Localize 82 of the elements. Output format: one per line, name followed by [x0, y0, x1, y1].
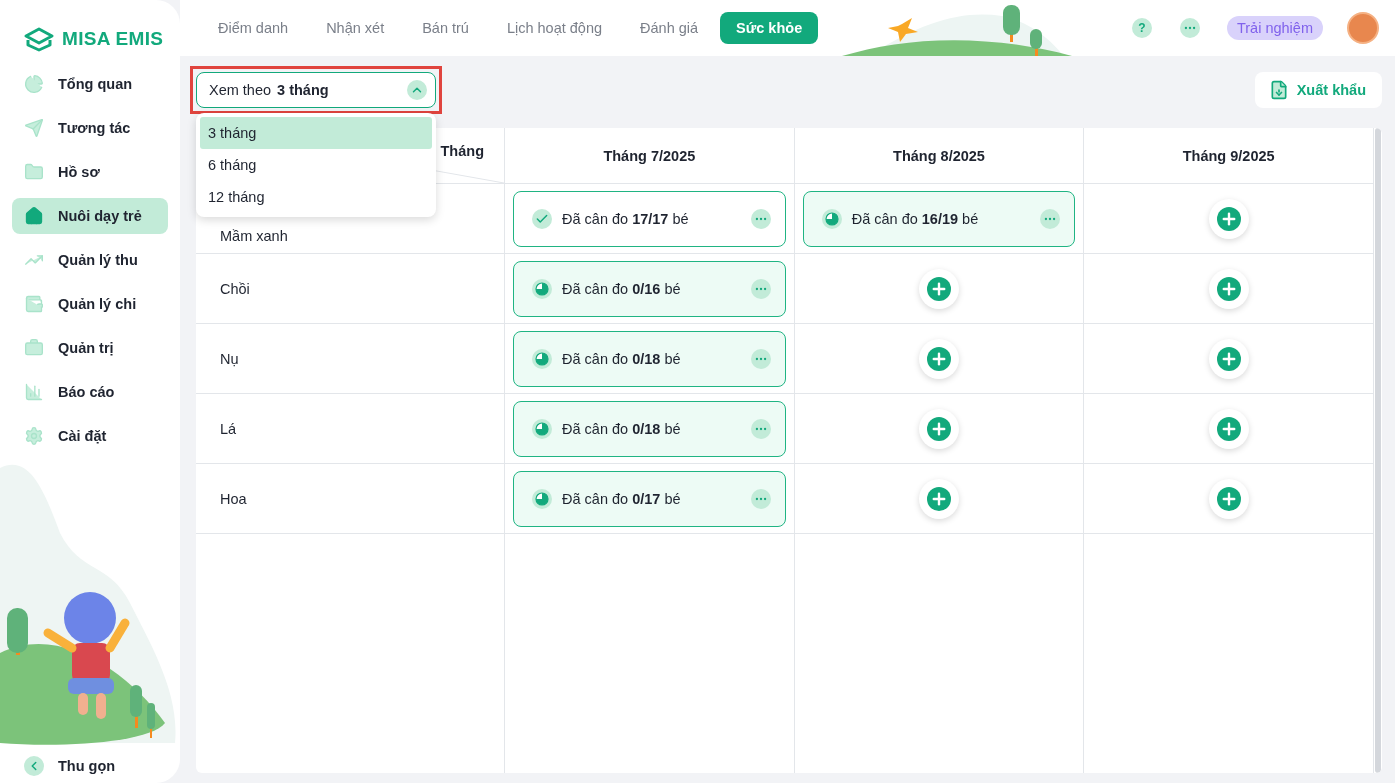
sidebar-item[interactable]: Tương tác [12, 110, 168, 146]
sidebar-item[interactable]: Quản lý chi [12, 286, 168, 322]
sidebar-item[interactable]: Hồ sơ [12, 154, 168, 190]
sidebar-item[interactable]: Cài đặt [12, 418, 168, 454]
pie-chart-icon [24, 74, 44, 94]
bar-chart-icon [24, 382, 44, 402]
measure-status-text: Đã cân đo 0/18 bé [562, 350, 682, 367]
paper-plane-icon [24, 118, 44, 138]
house-icon [24, 206, 44, 226]
nav-tab[interactable]: Điểm danh [202, 12, 305, 44]
progress-pie-icon [532, 488, 552, 509]
dropdown-option[interactable]: 12 tháng [200, 181, 432, 213]
column-header: Tháng 9/2025 [1084, 128, 1374, 184]
add-button[interactable] [1208, 408, 1249, 449]
plus-icon [927, 346, 951, 371]
measure-status-card[interactable]: Đã cân đo 0/17 bé [513, 470, 786, 527]
add-button[interactable] [1208, 338, 1249, 379]
plus-icon [1216, 276, 1241, 301]
measure-status-text: Đã cân đo 17/17 bé [562, 210, 690, 227]
more-icon[interactable] [750, 348, 771, 369]
sidebar-item[interactable]: Quản trị [12, 330, 168, 366]
plus-icon [927, 416, 951, 441]
row-label: Chồi [220, 280, 250, 297]
sidebar-item[interactable]: Báo cáo [12, 374, 168, 410]
plus-icon [1216, 416, 1241, 441]
add-button[interactable] [919, 478, 959, 519]
avatar[interactable] [1347, 12, 1379, 44]
measure-status-text: Đã cân đo 0/16 bé [562, 280, 682, 297]
settings-icon [24, 426, 44, 446]
measure-status-card[interactable]: Đã cân đo 17/17 bé [513, 190, 786, 247]
progress-pie-icon [532, 348, 552, 369]
measure-status-text: Đã cân đo 16/19 bé [851, 210, 980, 227]
measure-status-card[interactable]: Đã cân đo 16/19 bé [802, 190, 1076, 247]
more-icon[interactable] [750, 278, 771, 299]
column-header: Tháng 7/2025 [505, 128, 795, 184]
nav-tab[interactable]: Lịch hoạt động [490, 12, 619, 44]
wallet-icon [24, 294, 44, 314]
collapse-button[interactable]: Thu gọn [24, 755, 116, 777]
nav-tab[interactable]: Bán trú [406, 12, 485, 44]
more-icon[interactable] [750, 418, 771, 439]
folder-icon [24, 162, 44, 182]
measure-status-text: Đã cân đo 0/18 bé [562, 420, 682, 437]
add-button[interactable] [919, 268, 959, 309]
more-icon[interactable] [750, 488, 771, 509]
add-button[interactable] [919, 338, 959, 379]
measure-status-card[interactable]: Đã cân đo 0/16 bé [513, 260, 786, 317]
plus-icon [1216, 486, 1241, 511]
nav-tab[interactable]: Nhận xét [310, 12, 401, 44]
plus-icon [927, 276, 951, 301]
column-header: Tháng 8/2025 [794, 128, 1085, 184]
progress-pie-icon [821, 208, 842, 229]
plus-icon [927, 486, 951, 511]
add-button[interactable] [1208, 268, 1249, 309]
check-icon [532, 208, 552, 229]
row-label: Lá [220, 420, 237, 437]
scrollbar[interactable] [1375, 128, 1381, 773]
chevron-up-icon [407, 80, 427, 100]
measure-status-text: Đã cân đo 0/17 bé [562, 490, 682, 507]
sidebar-item[interactable]: Nuôi dạy trẻ [12, 198, 168, 234]
more-icon[interactable] [750, 208, 771, 229]
row-label: Nụ [220, 350, 239, 367]
add-button[interactable] [1208, 478, 1249, 519]
plus-icon [1216, 206, 1241, 231]
measure-status-card[interactable]: Đã cân đo 0/18 bé [513, 330, 786, 387]
row-label: Hoa [220, 490, 247, 507]
plus-icon [1216, 346, 1241, 371]
progress-pie-icon [532, 278, 552, 299]
sidebar-item[interactable]: Tổng quan [12, 66, 168, 102]
period-select[interactable]: Xem theo 3 tháng [196, 72, 436, 108]
chevron-left-icon [24, 756, 44, 776]
add-button[interactable] [1208, 198, 1249, 239]
add-button[interactable] [919, 408, 959, 449]
more-icon[interactable] [1040, 208, 1061, 229]
briefcase-icon [24, 338, 44, 358]
sidebar-item[interactable]: Quản lý thu [12, 242, 168, 278]
nav-tab[interactable]: Đánh giá [624, 12, 715, 44]
row-label: Mầm xanh [220, 227, 288, 244]
progress-pie-icon [532, 418, 552, 439]
more-button[interactable] [1179, 18, 1200, 38]
logo-text: MISA EMIS [62, 28, 164, 50]
logo-icon [22, 26, 56, 52]
measure-status-card[interactable]: Đã cân đo 0/18 bé [513, 400, 786, 457]
